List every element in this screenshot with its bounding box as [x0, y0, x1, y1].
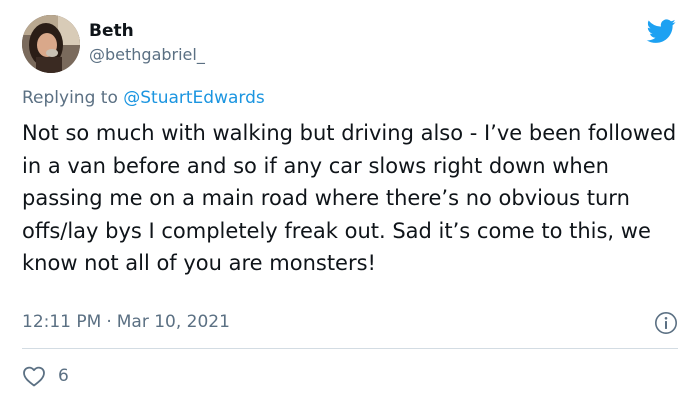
heart-icon [23, 366, 45, 387]
like-count: 6 [58, 366, 69, 386]
reply-prefix: Replying to [22, 88, 118, 108]
info-icon[interactable] [654, 311, 678, 335]
tweet-card: Beth @bethgabriel_ Replying to @StuartEd… [0, 0, 700, 402]
author-name[interactable]: Beth [89, 21, 134, 41]
tweet-text: Not so much with walking but driving als… [22, 121, 677, 275]
divider [22, 348, 678, 349]
tweet-timestamp: 12:11 PM · Mar 10, 2021 [22, 312, 230, 332]
reply-context: Replying to @StuartEdwards [22, 88, 265, 108]
twitter-bird-icon[interactable] [644, 16, 678, 46]
meta-separator: · [106, 312, 112, 332]
avatar-photo [22, 15, 80, 73]
tweet-date-link[interactable]: Mar 10, 2021 [117, 312, 230, 332]
reply-mention-link[interactable]: @StuartEdwards [123, 88, 265, 108]
like-button[interactable]: 6 [22, 363, 69, 389]
avatar[interactable] [22, 15, 80, 73]
tweet-time-link[interactable]: 12:11 PM [22, 312, 101, 332]
author-handle[interactable]: @bethgabriel_ [89, 45, 205, 64]
